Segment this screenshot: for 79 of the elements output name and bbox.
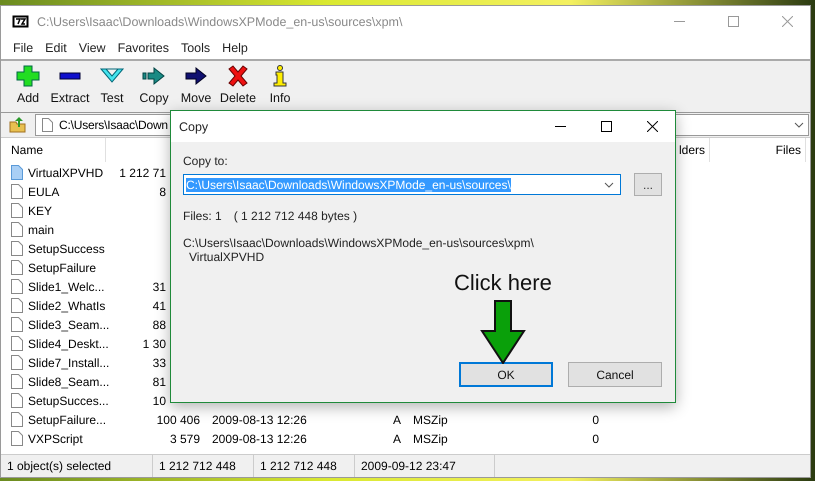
file-size: 81 (152, 374, 167, 388)
toolbar-button[interactable]: Move (175, 61, 217, 109)
arrow-right-icon (142, 65, 166, 87)
app-logo-icon (12, 15, 29, 28)
attributes-cell-text: A (393, 432, 402, 446)
arrow-down-icon (480, 300, 526, 364)
file-size: 33 (152, 356, 167, 370)
table-cell-text: 0 (591, 432, 599, 446)
file-name[interactable]: Slide3_Seam... (28, 318, 118, 332)
menu-item[interactable]: Tools (174, 41, 216, 55)
modified-date: 2009-08-13 12:26 (212, 412, 308, 426)
menu-item[interactable]: File (7, 41, 40, 55)
file-name[interactable]: Slide4_Deskt... (28, 336, 118, 350)
status-text: 2009-09-12 23:47 (355, 455, 495, 477)
file-size: 1 30 (142, 336, 167, 350)
minimize-icon (554, 126, 566, 127)
toolbar-button[interactable]: Add (7, 61, 49, 109)
file-size: 10 (152, 394, 167, 408)
status-text: 1 212 712 448 (254, 455, 355, 477)
file-icon (42, 118, 53, 132)
attributes-cell-text: A (393, 412, 402, 426)
file-name[interactable]: Slide2_WhatIs (28, 298, 118, 312)
column-header[interactable]: Name (1, 138, 106, 162)
file-name[interactable]: Slide7_Install... (28, 356, 118, 370)
file-size: 41 (152, 298, 167, 312)
maximize-icon (600, 121, 612, 132)
file-name[interactable]: SetupSuccess (28, 242, 118, 256)
method-cell-text: MSZip (413, 432, 449, 446)
source-item: VirtualXPVHD (189, 250, 266, 264)
modified-date: 2009-08-13 12:26 (212, 432, 308, 446)
file-name[interactable]: VXPScript (28, 432, 118, 446)
maximize-icon (728, 16, 738, 27)
folder-arrow-icon (9, 117, 27, 133)
menu-item[interactable]: Favorites (112, 41, 175, 55)
dialog-button[interactable]: Cancel (568, 362, 662, 387)
toolbar-button[interactable]: Test (91, 61, 133, 109)
browse-button[interactable]: ... (634, 173, 662, 196)
menu-item[interactable]: Help (216, 41, 254, 55)
annotation-text: Click here (454, 270, 552, 296)
toolbar-button[interactable]: Extract (49, 61, 91, 109)
chevron-down-icon (604, 182, 614, 188)
file-size: 100 406 (156, 412, 200, 426)
files-count: Files: 1 (183, 209, 222, 223)
file-name[interactable]: Slide1_Welc... (28, 280, 118, 294)
plus-icon (16, 65, 40, 87)
method-cell-text: MSZip (413, 412, 449, 426)
status-text: 1 object(s) selected (1, 455, 153, 477)
file-name[interactable]: VirtualXPVHD (28, 166, 118, 180)
status-text: 1 212 712 448 (153, 455, 254, 477)
file-size: 1 212 71 (118, 166, 167, 180)
toolbar-button[interactable]: Info (259, 61, 301, 109)
window-title: C:\Users\Isaac\Downloads\WindowsXPMode_en-us\sources\xpm\ (37, 14, 404, 28)
file-name[interactable]: main (28, 222, 118, 236)
file-name[interactable]: EULA (28, 184, 118, 198)
close-icon (646, 121, 658, 132)
field-label: Copy to: (183, 154, 229, 168)
menu-item[interactable]: Edit (39, 41, 73, 55)
source-path: C:\Users\Isaac\Downloads\WindowsXPMode_en-us\sources\xpm\ (183, 236, 535, 250)
toolbar-button[interactable]: Copy (133, 61, 175, 109)
bytes-total: ( 1 212 712 448 bytes ) (234, 209, 358, 223)
file-name[interactable]: Slide8_Seam... (28, 374, 118, 388)
close-icon (226, 65, 250, 87)
arrow-right-icon (184, 65, 208, 87)
file-name[interactable]: SetupFailure (28, 260, 118, 274)
close-icon (782, 16, 792, 27)
file-size: 31 (152, 280, 167, 294)
file-name[interactable]: SetupSucces... (28, 394, 118, 408)
dialog-button[interactable]: OK (459, 362, 553, 387)
column-header[interactable]: Files (710, 138, 806, 162)
chevron-down-icon (794, 122, 804, 128)
file-name[interactable]: SetupFailure... (28, 412, 118, 426)
menu-item[interactable]: View (72, 41, 112, 55)
toolbar-button[interactable]: Delete (217, 61, 259, 109)
dialog-title: Copy (179, 120, 210, 134)
file-size: 3 579 (168, 432, 200, 446)
table-cell-text: 0 (591, 412, 599, 426)
minimize-icon (674, 21, 684, 22)
file-name[interactable]: KEY (28, 204, 118, 218)
file-size: 88 (152, 318, 167, 332)
